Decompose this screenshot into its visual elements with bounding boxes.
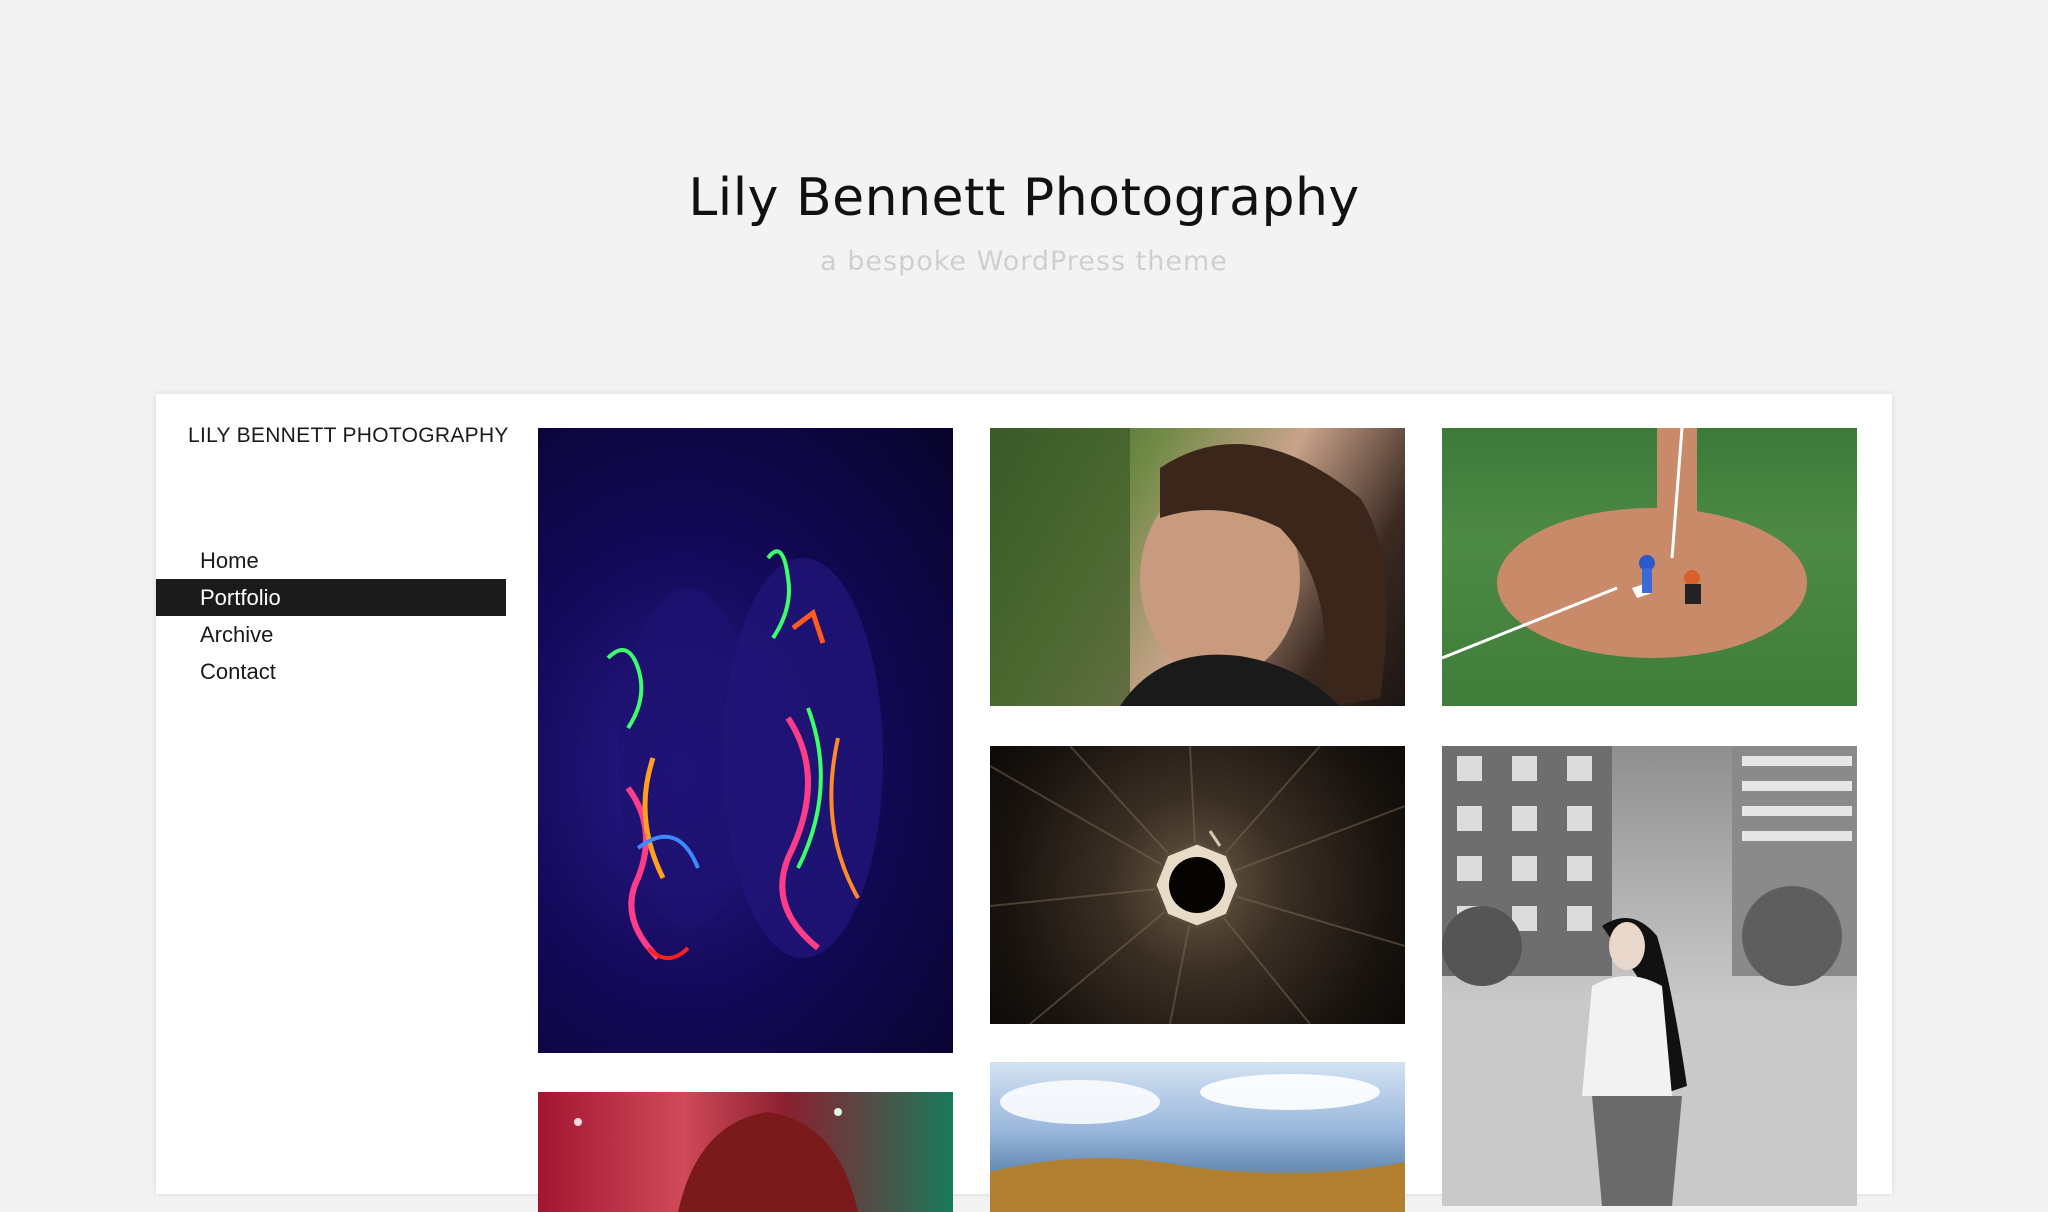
gallery-photo-baseball[interactable] (1442, 428, 1857, 706)
page-subtitle: a bespoke WordPress theme (820, 246, 1228, 277)
gallery-photo-woman-portrait[interactable] (990, 428, 1405, 706)
gallery-photo-landscape[interactable] (990, 1062, 1405, 1212)
site-logo-text[interactable]: LILY BENNETT PHOTOGRAPHY (188, 424, 509, 448)
gallery-photo-street-portrait[interactable] (1442, 746, 1857, 1206)
page-title: Lily Bennett Photography (688, 168, 1360, 228)
theme-preview-frame: LILY BENNETT PHOTOGRAPHY Home Portfolio … (156, 394, 1892, 1212)
gallery-photo-lamp[interactable] (990, 746, 1405, 1024)
nav-item-portfolio[interactable]: Portfolio (156, 579, 506, 616)
nav-item-home[interactable]: Home (156, 542, 506, 579)
gallery-photo-red-hair[interactable] (538, 1092, 953, 1212)
nav-item-archive[interactable]: Archive (156, 616, 506, 653)
main-navigation: Home Portfolio Archive Contact (156, 542, 506, 690)
nav-item-contact[interactable]: Contact (156, 653, 506, 690)
site-header: Lily Bennett Photography a bespoke WordP… (0, 0, 2048, 390)
gallery-photo-neon-portrait[interactable] (538, 428, 953, 1053)
